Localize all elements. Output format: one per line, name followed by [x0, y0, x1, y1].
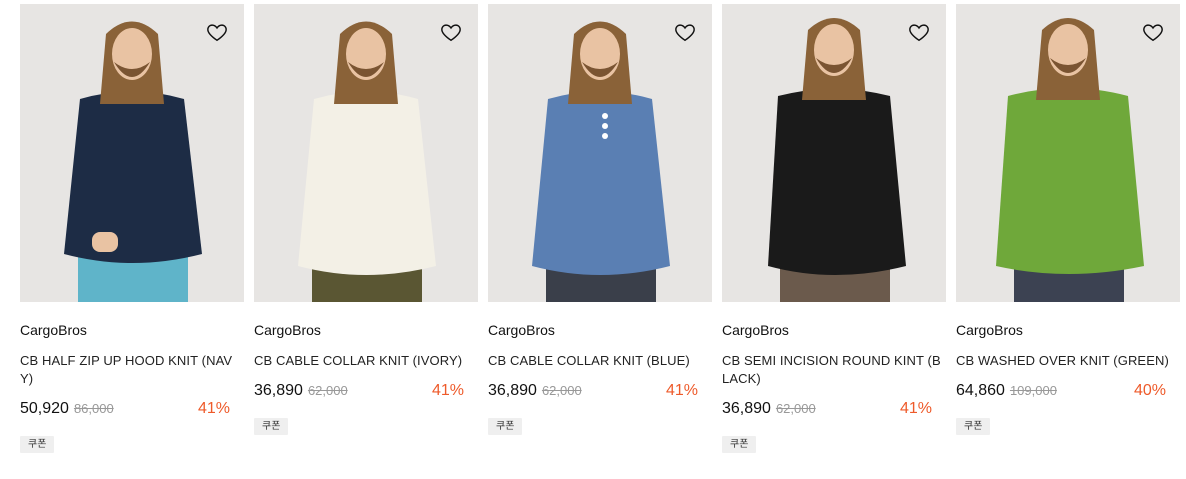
product-image[interactable]	[956, 4, 1180, 302]
discount-rate: 41%	[197, 400, 230, 417]
product-image[interactable]	[722, 4, 946, 302]
heart-icon[interactable]	[908, 21, 930, 43]
product-image[interactable]	[488, 4, 712, 302]
product-title[interactable]: CB HALF ZIP UP HOOD KNIT (NAVY)	[20, 352, 244, 388]
discount-rate: 40%	[1133, 382, 1166, 399]
price-row: 64,860 109,000 40%	[956, 382, 1180, 402]
product-title[interactable]: CB WASHED OVER KNIT (GREEN)	[956, 352, 1180, 370]
original-price: 86,000	[73, 401, 114, 416]
product-brand[interactable]: CargoBros	[20, 322, 244, 338]
coupon-badge: 쿠폰	[20, 436, 55, 453]
product-brand[interactable]: CargoBros	[722, 322, 946, 338]
product-brand[interactable]: CargoBros	[488, 322, 712, 338]
product-brand[interactable]: CargoBros	[956, 322, 1180, 338]
model-photo	[768, 18, 906, 302]
product-title[interactable]: CB SEMI INCISION ROUND KINT (BLACK)	[722, 352, 946, 388]
model-photo	[996, 18, 1144, 302]
product-card[interactable]: CargoBros CB HALF ZIP UP HOOD KNIT (NAVY…	[20, 4, 244, 453]
model-knit	[532, 91, 670, 275]
product-grid: CargoBros CB HALF ZIP UP HOOD KNIT (NAVY…	[20, 4, 1180, 453]
original-price: 109,000	[1009, 383, 1057, 398]
heart-icon[interactable]	[206, 21, 228, 43]
coupon-badge: 쿠폰	[956, 418, 991, 435]
sale-price: 36,890	[722, 400, 771, 417]
model-hands	[92, 232, 118, 252]
heart-icon[interactable]	[440, 21, 462, 43]
price-row: 36,890 62,000 41%	[488, 382, 712, 402]
model-knit	[768, 89, 906, 275]
heart-icon[interactable]	[674, 21, 696, 43]
model-knit	[64, 91, 202, 263]
product-title[interactable]: CB CABLE COLLAR KNIT (IVORY)	[254, 352, 478, 370]
product-card[interactable]: CargoBros CB CABLE COLLAR KNIT (BLUE) 36…	[488, 4, 712, 453]
sale-price: 64,860	[956, 382, 1005, 399]
original-price: 62,000	[307, 383, 348, 398]
coupon-badge: 쿠폰	[488, 418, 523, 435]
product-image[interactable]	[20, 4, 244, 302]
model-button	[602, 133, 608, 139]
sale-price: 36,890	[254, 382, 303, 399]
product-image[interactable]	[254, 4, 478, 302]
model-knit	[996, 88, 1144, 274]
model-button	[602, 113, 608, 119]
discount-rate: 41%	[431, 382, 464, 399]
heart-icon[interactable]	[1142, 21, 1164, 43]
model-photo	[532, 21, 670, 302]
sale-price: 50,920	[20, 400, 69, 417]
product-card[interactable]: CargoBros CB WASHED OVER KNIT (GREEN) 64…	[956, 4, 1180, 453]
model-knit	[298, 91, 436, 275]
original-price: 62,000	[541, 383, 582, 398]
discount-rate: 41%	[665, 382, 698, 399]
coupon-badge: 쿠폰	[722, 436, 757, 453]
price-row: 36,890 62,000 41%	[254, 382, 478, 402]
product-brand[interactable]: CargoBros	[254, 322, 478, 338]
original-price: 62,000	[775, 401, 816, 416]
discount-rate: 41%	[899, 400, 932, 417]
coupon-badge: 쿠폰	[254, 418, 289, 435]
model-photo	[298, 21, 436, 302]
model-photo	[64, 21, 202, 302]
sale-price: 36,890	[488, 382, 537, 399]
model-button	[602, 123, 608, 129]
product-card[interactable]: CargoBros CB SEMI INCISION ROUND KINT (B…	[722, 4, 946, 453]
product-card[interactable]: CargoBros CB CABLE COLLAR KNIT (IVORY) 3…	[254, 4, 478, 453]
product-title[interactable]: CB CABLE COLLAR KNIT (BLUE)	[488, 352, 712, 370]
price-row: 36,890 62,000 41%	[722, 400, 946, 420]
price-row: 50,920 86,000 41%	[20, 400, 244, 420]
